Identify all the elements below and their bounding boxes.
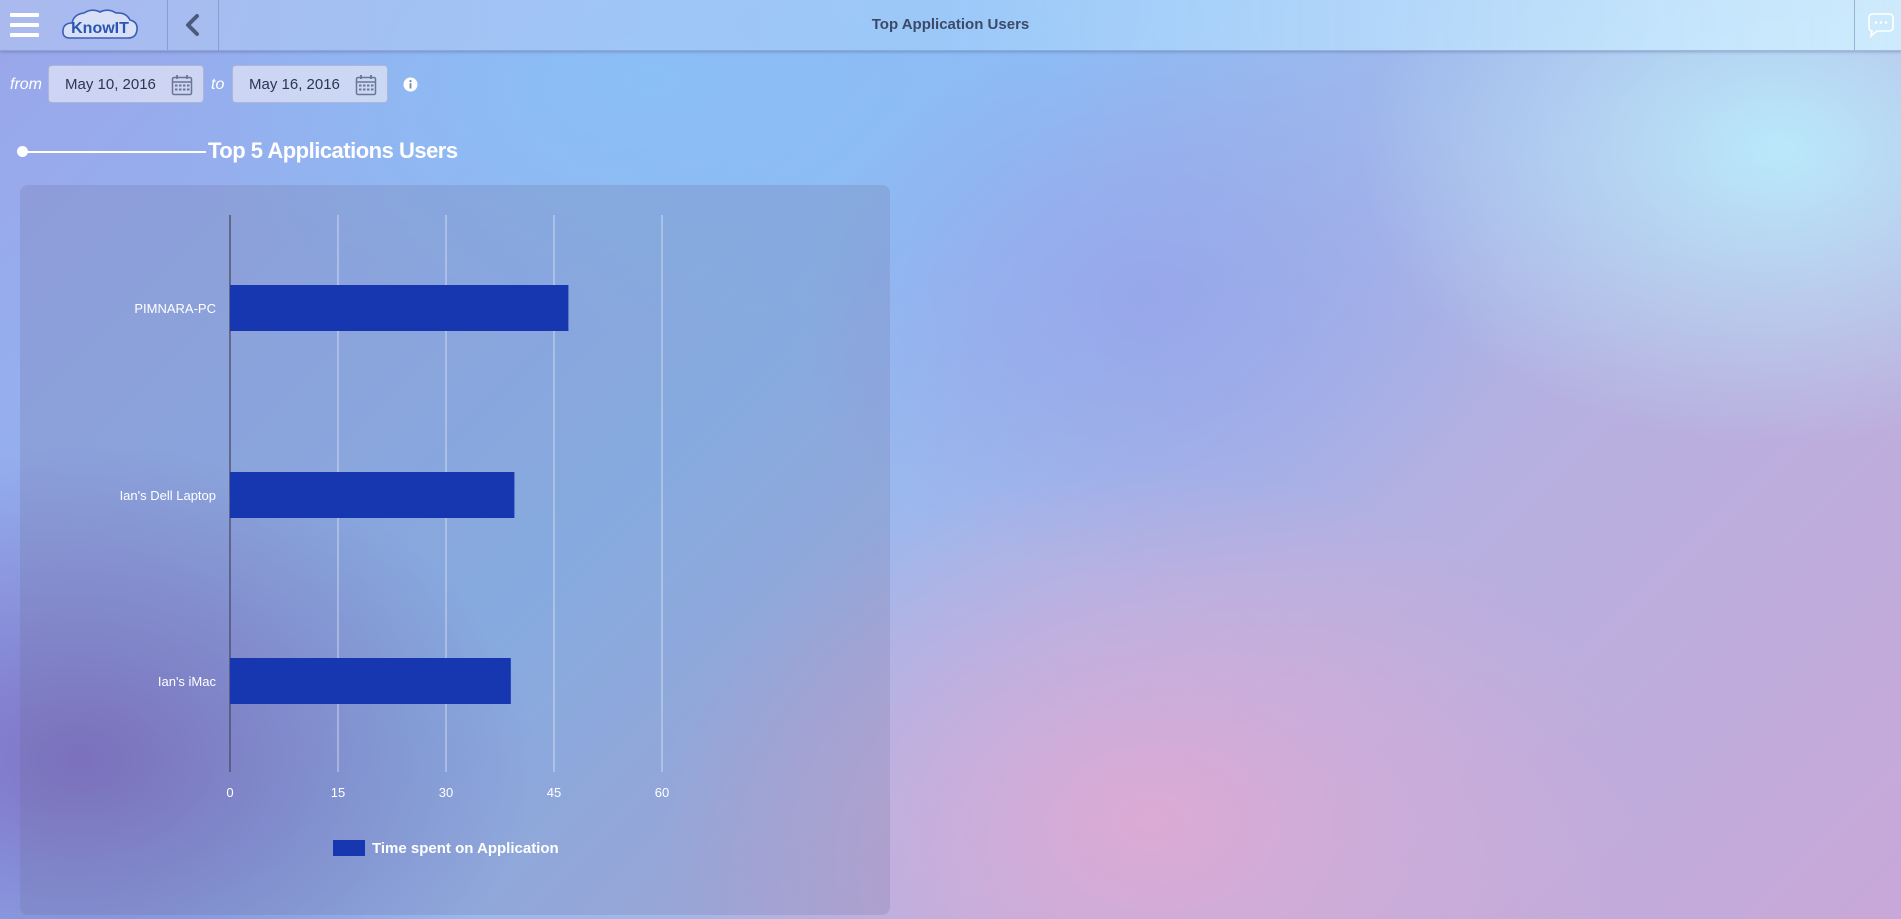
info-icon[interactable]: [403, 77, 418, 92]
to-date-value: May 16, 2016: [249, 76, 340, 93]
legend-swatch: [333, 840, 365, 856]
chat-button[interactable]: [1855, 0, 1901, 50]
bar[interactable]: [230, 285, 569, 331]
to-date-picker[interactable]: May 16, 2016: [232, 65, 388, 103]
from-label: from: [10, 76, 42, 93]
calendar-icon: [171, 75, 193, 96]
from-date-value: May 10, 2016: [65, 76, 156, 93]
top-bar: KnowIT Top Application Users: [0, 0, 1901, 51]
bar[interactable]: [230, 472, 515, 518]
chart-legend[interactable]: Time spent on Application: [333, 838, 559, 858]
x-tick-label: 30: [439, 785, 453, 800]
category-label: Ian's Dell Laptop: [120, 488, 216, 503]
bar-chart: 0 15 30 45 60 PIMNARA-PC Ian's Dell Laptop Ian'…: [120, 215, 669, 800]
section-heading-line: [23, 151, 206, 153]
page-title: Top Application Users: [871, 16, 1030, 33]
chat-bubble-icon: [1868, 13, 1894, 39]
legend-label: Time spent on Application: [372, 839, 559, 857]
x-tick-label: 60: [655, 785, 669, 800]
x-tick-label: 0: [226, 785, 233, 800]
section-title: Top 5 Applications Users: [208, 138, 458, 163]
bar[interactable]: [230, 658, 511, 704]
x-tick-label: 15: [331, 785, 345, 800]
to-label: to: [211, 76, 225, 93]
from-date-picker[interactable]: May 10, 2016: [48, 65, 204, 103]
category-label: PIMNARA-PC: [134, 301, 216, 316]
calendar-icon: [355, 75, 377, 96]
category-label: Ian's iMac: [158, 674, 217, 689]
chart-panel: 0 15 30 45 60 PIMNARA-PC Ian's Dell Laptop Ian'…: [20, 185, 890, 915]
x-tick-label: 45: [547, 785, 561, 800]
